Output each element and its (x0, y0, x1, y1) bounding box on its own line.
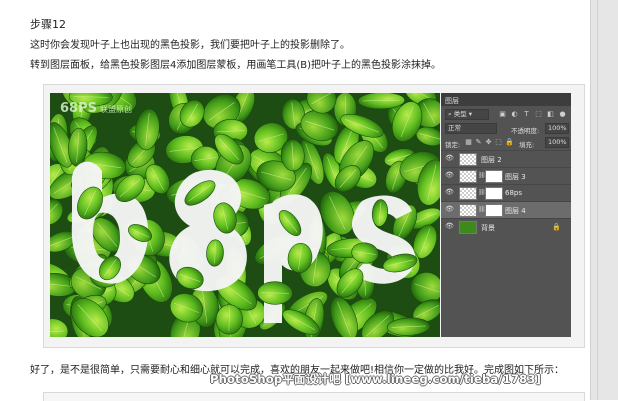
type-filter-icon[interactable]: T (523, 111, 530, 118)
article-content: 步骤12 这时你会发现叶子上也出现的黑色投影，我们要把叶子上的投影删除了。 转到… (0, 0, 590, 400)
layers-tab-label: 图层 (445, 96, 459, 106)
shape-filter-icon[interactable]: ⬚ (535, 111, 542, 118)
visibility-eye-icon[interactable]: 👁 (445, 223, 454, 230)
filter-label: 类型 (454, 110, 467, 118)
layer-thumbnail (459, 170, 477, 183)
layer-row[interactable]: 👁 ⛓ 图层 4 (441, 201, 571, 218)
layer-thumbnail (459, 153, 477, 166)
lock-row: 锁定: ▦ ✎ ✥ ⬚ 🔒 填充: 100% (441, 136, 571, 148)
layer-thumbnail (459, 204, 477, 217)
layer-name: 背景 (481, 223, 495, 233)
fill-label: 填充: (519, 139, 534, 149)
layers-tab[interactable]: 图层 (441, 93, 571, 106)
lock-artboard-icon[interactable]: ⬚ (495, 139, 502, 146)
paragraph: 这时你会发现叶子上也出现的黑色投影，我们要把叶子上的投影删除了。 (30, 36, 350, 51)
lock-pixels-icon[interactable]: ✎ (475, 139, 482, 146)
layer-name: 图层 2 (481, 155, 502, 165)
page: 步骤12 这时你会发现叶子上也出现的黑色投影，我们要把叶子上的投影删除了。 转到… (0, 0, 618, 400)
filter-row: ⌕ 类型 ▾ ▣ ◐ T ⬚ ◧ ● (441, 108, 571, 120)
layer-name: 图层 3 (505, 172, 526, 182)
link-icon[interactable]: ⛓ (478, 172, 483, 180)
layer-name: 图层 4 (505, 206, 526, 216)
lock-position-icon[interactable]: ✥ (485, 139, 492, 146)
visibility-eye-icon[interactable]: 👁 (445, 206, 454, 213)
filter-kind-select[interactable]: ⌕ 类型 ▾ (445, 109, 489, 120)
layer-row[interactable]: 👁 图层 2 (441, 150, 571, 167)
blend-mode-select[interactable]: 正常 (445, 123, 497, 134)
lock-transparent-icon[interactable]: ▦ (465, 139, 472, 146)
layer-mask-thumbnail[interactable] (485, 187, 503, 200)
paragraph: 转到图层面板，给黑色投影图层4添加图层蒙板，用画笔工具(B)把叶子上的黑色投影涂… (30, 56, 441, 71)
lock-label: 锁定: (445, 139, 460, 149)
layer-mask-thumbnail[interactable] (485, 170, 503, 183)
right-scroll-area[interactable] (590, 0, 618, 400)
link-icon[interactable]: ⛓ (478, 189, 483, 197)
footer-watermark: PhotoShop平面设计吧 [www.lineeg.com/tieba/178… (210, 371, 541, 387)
image-filter-icon[interactable]: ▣ (499, 111, 506, 118)
layer-row[interactable]: 👁 ⛓ 图层 3 (441, 167, 571, 184)
photoshop-canvas: 68PS联盟原创 (50, 93, 440, 337)
layer-row[interactable]: 👁 背景 🔒 (441, 218, 571, 235)
layers-panel: 图层 ⌕ 类型 ▾ ▣ ◐ T ⬚ ◧ ● 正常 不透明度: 100% (441, 93, 571, 337)
layer-name: 68ps (505, 189, 522, 197)
canvas-logo: 68PS联盟原创 (60, 101, 132, 116)
filter-toggle-icon[interactable]: ● (559, 111, 566, 118)
visibility-eye-icon[interactable]: 👁 (445, 189, 454, 196)
lock-icon: 🔒 (552, 223, 561, 231)
layer-mask-thumbnail[interactable] (485, 204, 503, 217)
blend-row: 正常 不透明度: 100% (441, 122, 571, 134)
opacity-label: 不透明度: (511, 125, 539, 135)
visibility-eye-icon[interactable]: 👁 (445, 172, 454, 179)
lock-all-icon[interactable]: 🔒 (505, 139, 512, 146)
smart-object-filter-icon[interactable]: ◧ (547, 111, 554, 118)
visibility-eye-icon[interactable]: 👁 (445, 155, 454, 162)
leaf-artwork (50, 93, 440, 337)
layer-thumbnail (459, 221, 477, 234)
layer-row[interactable]: 👁 ⛓ 68ps (441, 184, 571, 201)
step-title: 步骤12 (30, 16, 66, 32)
opacity-input[interactable]: 100% (545, 123, 569, 134)
tutorial-figure: 68PS联盟原创 图层 ⌕ 类型 ▾ ▣ ◐ T ⬚ ◧ ● 正常 (43, 84, 585, 348)
link-icon[interactable]: ⛓ (478, 206, 483, 214)
fill-input[interactable]: 100% (545, 137, 569, 148)
adjustment-filter-icon[interactable]: ◐ (511, 111, 518, 118)
layer-thumbnail (459, 187, 477, 200)
